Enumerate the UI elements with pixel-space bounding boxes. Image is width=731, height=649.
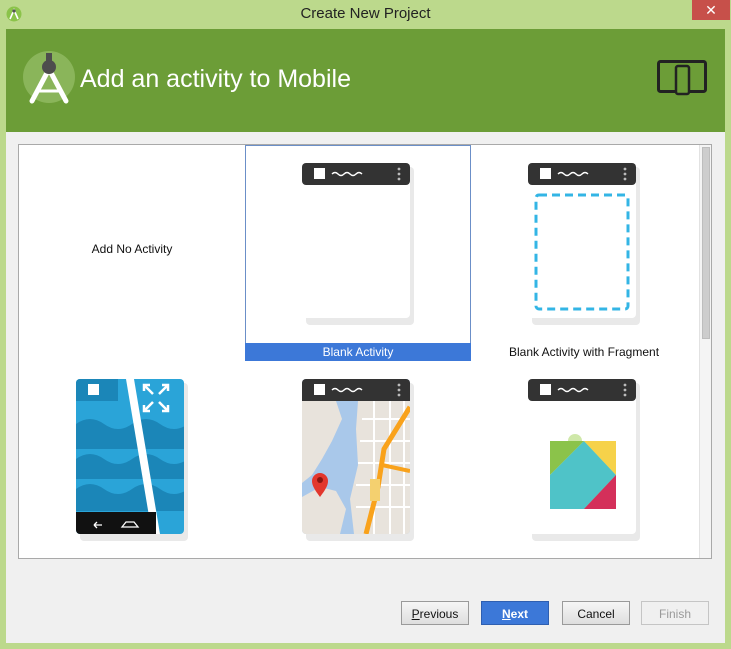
template-tile-google-maps-activity[interactable] [245, 361, 471, 558]
blank-activity-thumbnail [302, 163, 414, 325]
template-label: Blank Activity with Fragment [508, 345, 660, 359]
template-tile-add-no-activity[interactable]: Add No Activity [19, 145, 245, 361]
template-tile-fullscreen-activity[interactable] [19, 361, 245, 558]
previous-label: revious [419, 607, 459, 621]
play-services-activity-thumbnail [528, 379, 640, 541]
maps-activity-thumbnail [302, 379, 414, 541]
page-title: Add an activity to Mobile [80, 65, 351, 93]
finish-button[interactable]: Finish [641, 601, 709, 625]
close-icon: ✕ [705, 2, 717, 18]
close-button[interactable]: ✕ [692, 0, 730, 20]
fragment-activity-thumbnail [528, 163, 640, 325]
previous-access-key: P [411, 607, 420, 621]
activity-template-gallery: Add No Activity Blank Activity Blank Act… [18, 144, 712, 559]
template-tile-google-play-services-activity[interactable] [471, 361, 697, 558]
wizard-header: Add an activity to Mobile [6, 29, 725, 132]
template-tile-blank-activity-with-fragment[interactable]: Blank Activity with Fragment [471, 145, 697, 361]
next-label: ext [510, 607, 528, 621]
next-access-key: N [501, 607, 511, 621]
template-label: Blank Activity [245, 343, 471, 361]
next-button[interactable]: Next [481, 601, 549, 625]
template-label: Add No Activity [91, 242, 173, 256]
template-tile-blank-activity[interactable]: Blank Activity [245, 145, 471, 361]
create-new-project-window: Create New Project ✕ Add an activity to … [0, 0, 731, 649]
android-studio-logo [23, 51, 75, 104]
window-title: Create New Project [300, 5, 431, 22]
previous-button[interactable]: Previous [401, 601, 469, 625]
cancel-button[interactable]: Cancel [562, 601, 630, 625]
device-form-factor-icon [657, 60, 707, 96]
scrollbar-thumb[interactable] [702, 147, 710, 339]
wizard-body: Add No Activity Blank Activity Blank Act… [6, 132, 725, 643]
title-bar[interactable]: Create New Project ✕ [0, 0, 731, 29]
gallery-scrollbar[interactable] [699, 145, 711, 558]
play-services-puzzle-icon [550, 434, 616, 509]
fullscreen-activity-thumbnail [76, 379, 188, 541]
